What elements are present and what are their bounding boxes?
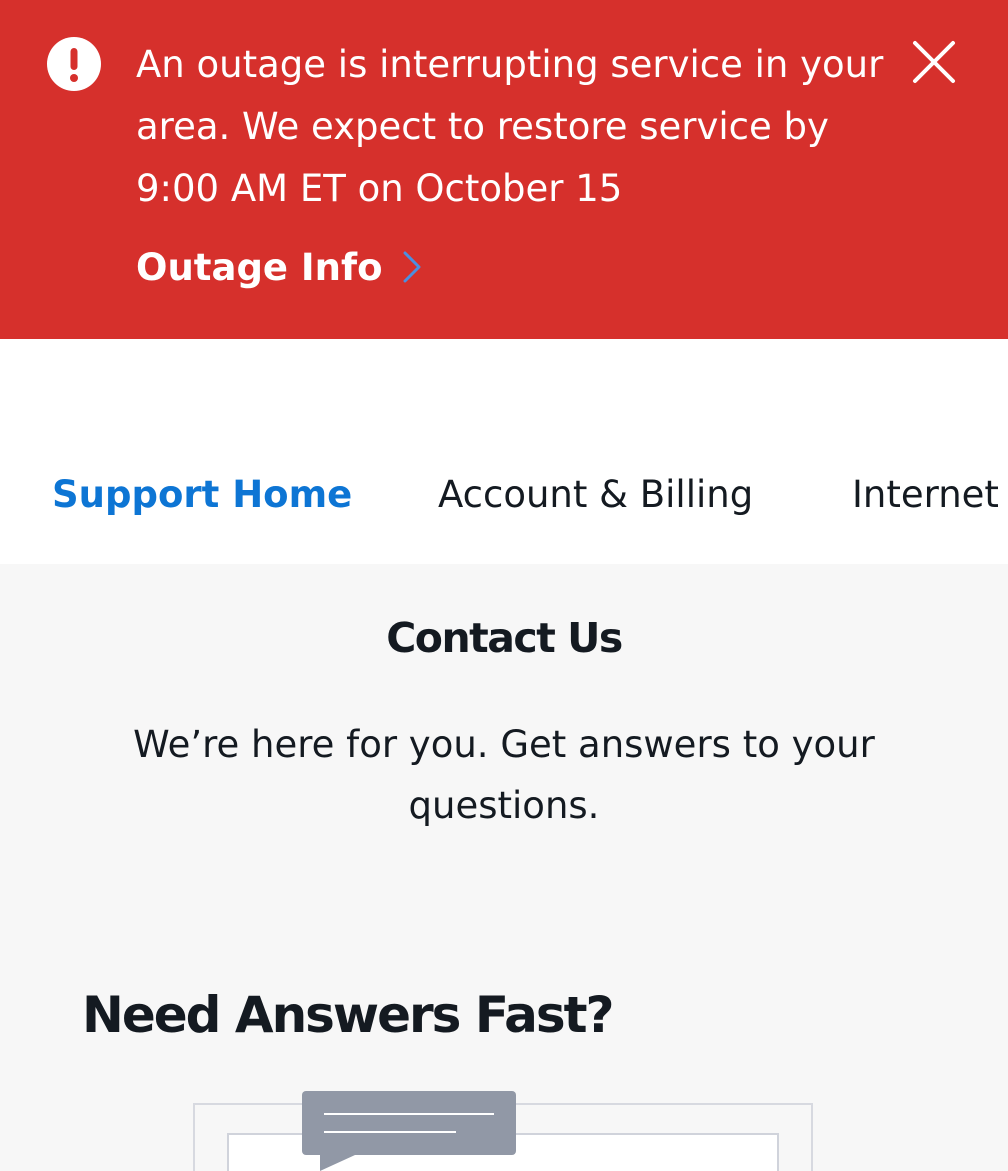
chevron-right-icon: [403, 251, 421, 283]
outage-message: An outage is interrupting service in you…: [136, 43, 884, 210]
outage-banner: An outage is interrupting service in you…: [0, 0, 1008, 339]
alert-exclamation-icon: [47, 37, 101, 91]
outage-info-link[interactable]: Outage Info: [136, 238, 423, 296]
contact-subtitle: We’re here for you. Get answers to your …: [133, 723, 875, 827]
outage-info-label: Outage Info: [136, 245, 383, 289]
close-icon[interactable]: [905, 33, 963, 91]
support-nav: Support Home Account & Billing Internet: [0, 339, 1008, 564]
tab-internet[interactable]: Internet: [852, 467, 999, 523]
section-title: Need Answers Fast?: [82, 986, 614, 1044]
contact-title: Contact Us: [386, 614, 623, 662]
chat-bubble-illustration: [193, 1091, 813, 1171]
support-page: An outage is interrupting service in you…: [0, 0, 1008, 1171]
tab-support-home[interactable]: Support Home: [52, 467, 352, 523]
tab-account-billing[interactable]: Account & Billing: [438, 467, 753, 523]
